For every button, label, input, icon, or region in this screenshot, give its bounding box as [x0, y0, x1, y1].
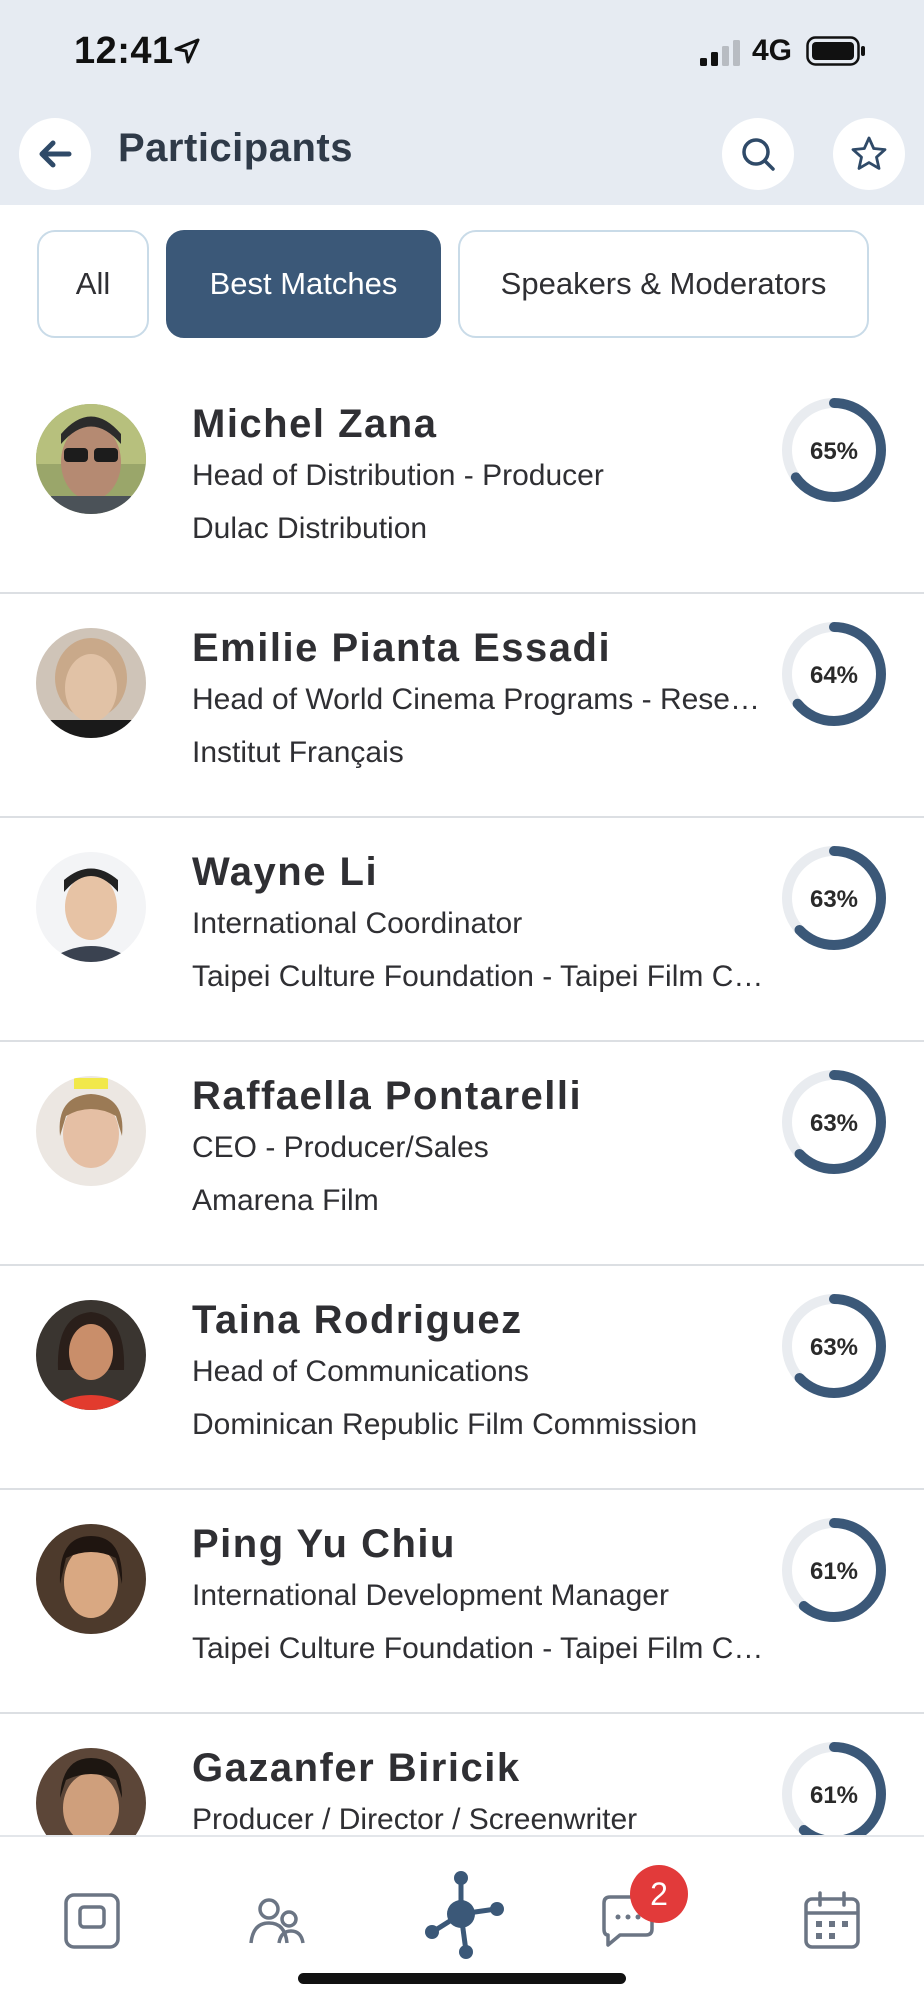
- match-percentage: 63%: [810, 886, 858, 913]
- filter-all[interactable]: All: [37, 230, 149, 338]
- participant-organization: Taipei Culture Foundation - Taipei Film …: [192, 1632, 767, 1665]
- match-ring: 64%: [782, 622, 886, 726]
- match-percentage: 61%: [810, 1558, 858, 1585]
- participant-organization: Dulac Distribution: [192, 512, 428, 545]
- participant-role: Head of Distribution - Producer: [192, 459, 604, 492]
- participant-organization: Dominican Republic Film Commission: [192, 1408, 698, 1441]
- match-ring: 63%: [782, 846, 886, 950]
- match-ring: 65%: [782, 398, 886, 502]
- match-ring: 61%: [782, 1518, 886, 1622]
- match-ring: 63%: [782, 1294, 886, 1398]
- search-icon: [742, 138, 775, 171]
- filter-tabs: All Best Matches Speakers & Moderators: [0, 230, 924, 342]
- participant-role: Head of Communications: [192, 1355, 529, 1388]
- match-percentage: 64%: [810, 662, 858, 689]
- participant-name: Raffaella Pontarelli: [192, 1074, 583, 1118]
- signal-icon: [700, 40, 740, 66]
- avatar: [36, 1300, 146, 1410]
- participant-name: Michel Zana: [192, 402, 438, 446]
- participant-role: CEO - Producer/Sales: [192, 1131, 489, 1164]
- status-time: 12:41: [74, 30, 174, 72]
- participant-name: Taina Rodriguez: [192, 1298, 523, 1342]
- match-percentage: 65%: [810, 438, 858, 465]
- match-ring: 63%: [782, 1070, 886, 1174]
- filter-speakers-moderators[interactable]: Speakers & Moderators: [458, 230, 869, 338]
- status-bar: 12:41 4G: [0, 0, 924, 105]
- back-button[interactable]: [19, 118, 91, 190]
- participant-row[interactable]: Raffaella Pontarelli CEO - Producer/Sale…: [0, 1042, 924, 1266]
- participant-name: Emilie Pianta Essadi: [192, 626, 612, 670]
- participant-role: Head of World Cinema Programs - Research: [192, 683, 767, 716]
- participant-organization: Amarena Film: [192, 1184, 379, 1217]
- participant-name: Ping Yu Chiu: [192, 1522, 456, 1566]
- filter-best-matches[interactable]: Best Matches: [166, 230, 441, 338]
- avatar: [36, 852, 146, 962]
- avatar: [36, 628, 146, 738]
- participant-row[interactable]: Ping Yu Chiu International Development M…: [0, 1490, 924, 1714]
- messages-badge: 2: [630, 1865, 688, 1923]
- participant-organization: Institut Français: [192, 736, 404, 769]
- participant-role: International Development Manager: [192, 1579, 669, 1612]
- participant-row[interactable]: Emilie Pianta Essadi Head of World Cinem…: [0, 594, 924, 818]
- header: Participants: [0, 110, 924, 200]
- star-icon: [851, 136, 887, 170]
- network-type: 4G: [752, 34, 793, 67]
- search-button[interactable]: [722, 118, 794, 190]
- participant-row[interactable]: Michel Zana Head of Distribution - Produ…: [0, 370, 924, 594]
- tab-calendar[interactable]: [800, 1889, 864, 1953]
- participant-row[interactable]: Gazanfer Biricik Producer / Director / S…: [0, 1714, 924, 1835]
- page-title: Participants: [118, 126, 353, 170]
- participant-role: Producer / Director / Screenwriter: [192, 1803, 638, 1835]
- arrow-left-icon: [39, 140, 72, 168]
- tab-participants[interactable]: [245, 1889, 309, 1953]
- home-indicator: [298, 1973, 626, 1984]
- match-percentage: 63%: [810, 1334, 858, 1361]
- battery-icon: [806, 36, 865, 66]
- participant-row[interactable]: Taina Rodriguez Head of Communications D…: [0, 1266, 924, 1490]
- participant-row[interactable]: Wayne Li International Coordinator Taipe…: [0, 818, 924, 1042]
- participant-list: Michel Zana Head of Distribution - Produ…: [0, 370, 924, 1835]
- tab-network[interactable]: [416, 1869, 506, 1959]
- participant-organization: Taipei Culture Foundation - Taipei Film …: [192, 960, 767, 993]
- avatar: [36, 1524, 146, 1634]
- top-bar: 12:41 4G Participants: [0, 0, 924, 205]
- match-percentage: 63%: [810, 1110, 858, 1137]
- bottom-tab-bar: 2: [0, 1835, 924, 2002]
- avatar: [36, 1076, 146, 1186]
- match-percentage: 61%: [810, 1782, 858, 1809]
- avatar: [36, 404, 146, 514]
- participant-name: Gazanfer Biricik: [192, 1746, 521, 1790]
- favorites-button[interactable]: [833, 118, 905, 190]
- tab-home[interactable]: [60, 1889, 124, 1953]
- location-arrow-icon: [174, 38, 200, 64]
- participant-role: International Coordinator: [192, 907, 523, 940]
- participant-name: Wayne Li: [192, 850, 379, 894]
- match-ring: 61%: [782, 1742, 886, 1835]
- avatar: [36, 1748, 146, 1835]
